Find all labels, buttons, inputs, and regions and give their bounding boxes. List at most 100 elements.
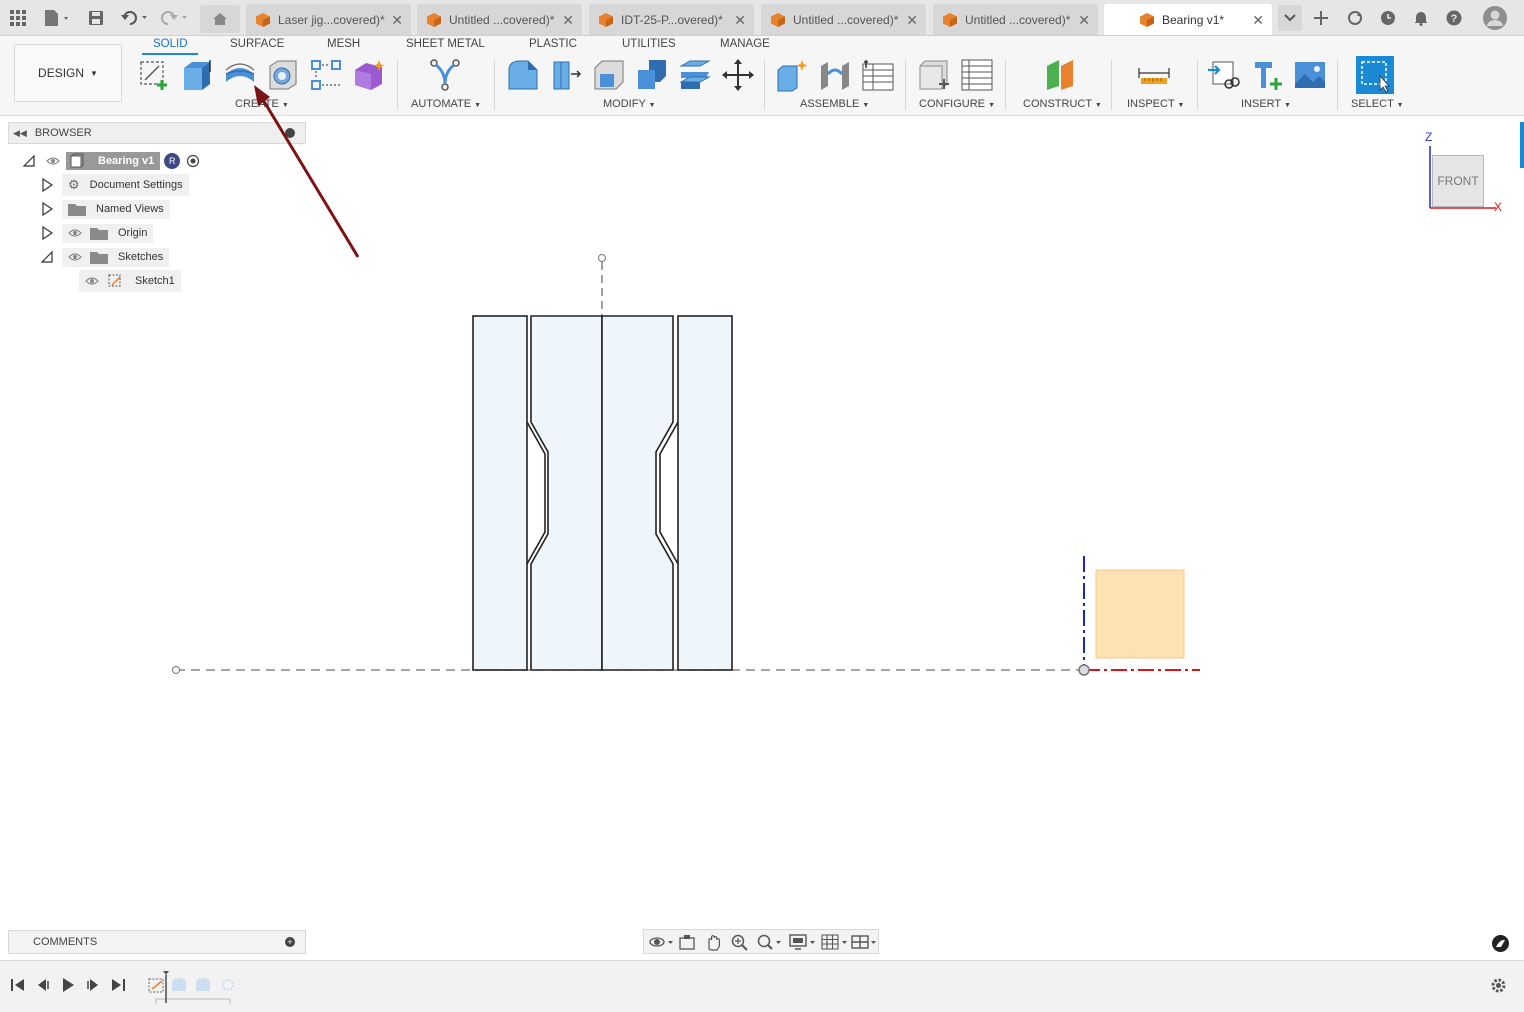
- measure-icon[interactable]: [1137, 58, 1171, 92]
- view-cube[interactable]: Z X FRONT: [1420, 130, 1510, 220]
- centerline-endpoint[interactable]: [598, 254, 606, 262]
- select-group-dropdown[interactable]: SELECT ▼: [1351, 98, 1404, 110]
- tab-utilities[interactable]: UTILITIES: [622, 38, 676, 50]
- help-icon[interactable]: ?: [1443, 7, 1465, 29]
- tab-manage[interactable]: MANAGE: [720, 38, 770, 50]
- assemble-group-dropdown[interactable]: ASSEMBLE ▼: [800, 98, 869, 110]
- origin-point[interactable]: [1078, 664, 1090, 676]
- insert-canvas-icon[interactable]: [1293, 58, 1327, 92]
- timeline-features[interactable]: [146, 969, 236, 1005]
- bearing-profile-sketch[interactable]: [472, 315, 733, 671]
- fit-zoom-window-icon[interactable]: [756, 933, 784, 951]
- document-tab[interactable]: Laser jig...covered)* ✕: [246, 4, 411, 35]
- insert-group-dropdown[interactable]: INSERT ▼: [1241, 98, 1291, 110]
- fillet-icon[interactable]: [549, 58, 583, 92]
- close-icon[interactable]: ✕: [1078, 12, 1090, 29]
- step-back-icon[interactable]: [35, 977, 51, 993]
- configuration-table-icon[interactable]: [960, 58, 994, 92]
- close-icon[interactable]: ✕: [562, 12, 574, 29]
- move-copy-icon[interactable]: [721, 58, 755, 92]
- new-component-icon[interactable]: [775, 58, 809, 92]
- split-body-icon[interactable]: [678, 58, 712, 92]
- select-tool-button[interactable]: [1356, 56, 1394, 94]
- tab-mesh[interactable]: MESH: [327, 38, 360, 50]
- close-icon[interactable]: ✕: [391, 12, 403, 29]
- configure-group-dropdown[interactable]: CONFIGURE ▼: [919, 98, 995, 110]
- notifications-bell-icon[interactable]: [1410, 7, 1432, 29]
- selected-sketch-profile[interactable]: [1095, 569, 1185, 659]
- close-icon[interactable]: ✕: [906, 12, 918, 29]
- tab-plastic[interactable]: PLASTIC: [529, 38, 577, 50]
- document-tab-active[interactable]: Bearing v1* ✕: [1104, 4, 1272, 35]
- new-tab-plus-icon[interactable]: [1310, 7, 1332, 29]
- grid-snaps-icon[interactable]: [820, 933, 850, 951]
- save-icon[interactable]: [86, 7, 106, 29]
- tab-label: Bearing v1*: [1162, 12, 1225, 27]
- document-tab[interactable]: Untitled ...covered)* ✕: [761, 4, 926, 35]
- look-at-icon[interactable]: [678, 933, 698, 951]
- home-icon[interactable]: [200, 5, 240, 33]
- job-status-clock-icon[interactable]: [1377, 7, 1399, 29]
- insert-mcmaster-icon[interactable]: [1250, 58, 1284, 92]
- toolbar-separator: [1005, 60, 1006, 110]
- inspect-group-dropdown[interactable]: INSPECT ▼: [1127, 98, 1184, 110]
- create-sketch-icon[interactable]: [137, 58, 171, 92]
- dropdown-caret-icon: ▼: [1094, 102, 1102, 109]
- add-comment-icon[interactable]: +: [285, 937, 295, 947]
- document-tab[interactable]: Untitled ...covered)* ✕: [933, 4, 1098, 35]
- play-icon[interactable]: [60, 977, 76, 993]
- tab-surface[interactable]: SURFACE: [230, 38, 284, 50]
- go-to-start-icon[interactable]: [10, 977, 26, 993]
- toolbar-separator: [764, 60, 765, 110]
- dropdown-caret-icon: ▼: [1177, 102, 1185, 109]
- redo-icon[interactable]: [158, 7, 192, 29]
- close-icon[interactable]: ✕: [734, 12, 746, 29]
- document-tab[interactable]: IDT-25-P...overed)* ✕: [589, 4, 754, 35]
- axis-endpoint[interactable]: [172, 666, 180, 674]
- configure-design-icon[interactable]: [917, 58, 951, 92]
- assemble-label: ASSEMBLE: [800, 98, 860, 110]
- chamfer-icon[interactable]: [592, 58, 626, 92]
- undo-icon[interactable]: [118, 7, 152, 29]
- shell-icon[interactable]: [635, 58, 669, 92]
- workspace-label: DESIGN: [38, 66, 85, 80]
- modify-group-dropdown[interactable]: MODIFY ▼: [603, 98, 656, 110]
- comments-panel-header[interactable]: COMMENTS +: [8, 930, 306, 954]
- automated-modeling-icon[interactable]: [428, 58, 462, 92]
- design-cube-icon: [943, 12, 957, 27]
- close-icon[interactable]: ✕: [1252, 12, 1264, 29]
- toolbar-separator: [1111, 60, 1112, 110]
- document-tab[interactable]: Untitled ...covered)* ✕: [417, 4, 582, 35]
- extrude-icon[interactable]: [180, 58, 214, 92]
- design-cube-icon: [1140, 12, 1154, 27]
- workspace-switcher-button[interactable]: DESIGN ▼: [14, 44, 122, 102]
- orbit-icon[interactable]: [648, 933, 676, 951]
- file-menu-icon[interactable]: [40, 7, 74, 29]
- offset-plane-icon[interactable]: [1043, 58, 1077, 92]
- user-avatar[interactable]: [1482, 6, 1508, 30]
- automate-group-dropdown[interactable]: AUTOMATE ▼: [411, 98, 481, 110]
- view-cube-axis-x: X: [1494, 200, 1503, 214]
- tab-sheet-metal[interactable]: SHEET METAL: [406, 38, 485, 50]
- tab-overflow-chevron-icon[interactable]: [1278, 5, 1302, 31]
- go-to-end-icon[interactable]: [110, 977, 126, 993]
- right-panel-handle[interactable]: [1520, 122, 1524, 168]
- viewports-icon[interactable]: [850, 933, 880, 951]
- bill-of-materials-icon[interactable]: [861, 58, 895, 92]
- app-grid-icon[interactable]: [8, 7, 28, 29]
- design-canvas[interactable]: [0, 116, 1524, 928]
- tab-solid[interactable]: SOLID: [153, 38, 188, 50]
- timeline-settings-gear-icon[interactable]: [1490, 977, 1507, 994]
- sync-icon[interactable]: [1344, 7, 1366, 29]
- appearance-toggle-icon[interactable]: [1492, 935, 1509, 952]
- step-forward-icon[interactable]: [85, 977, 101, 993]
- pan-hand-icon[interactable]: [704, 933, 724, 951]
- zoom-icon[interactable]: [730, 933, 750, 951]
- view-cube-front-face[interactable]: FRONT: [1432, 155, 1484, 207]
- joint-icon[interactable]: [818, 58, 852, 92]
- select-label: SELECT: [1351, 98, 1394, 110]
- display-settings-icon[interactable]: [788, 933, 818, 951]
- insert-derive-icon[interactable]: [1207, 58, 1241, 92]
- construct-group-dropdown[interactable]: CONSTRUCT ▼: [1023, 98, 1102, 110]
- press-pull-icon[interactable]: [506, 58, 540, 92]
